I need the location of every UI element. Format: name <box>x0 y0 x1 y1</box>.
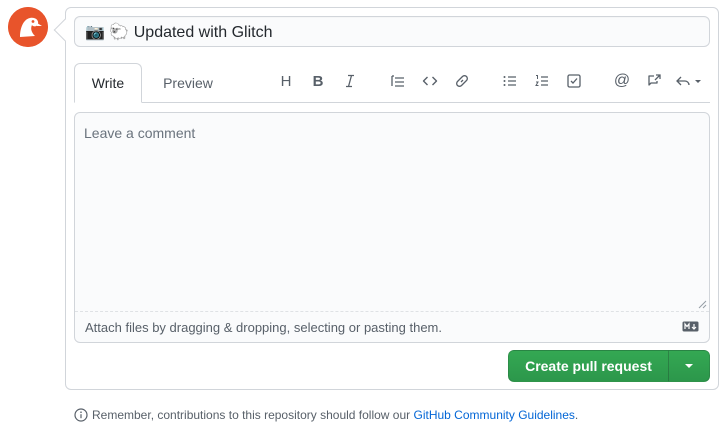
code-icon[interactable] <box>418 70 442 92</box>
bold-glyph: B <box>312 72 324 90</box>
toolbar-insert-group <box>386 70 474 92</box>
bold-icon[interactable]: B <box>306 70 330 92</box>
task-list-icon[interactable] <box>562 70 586 92</box>
note-text: Remember, contributions to this reposito… <box>92 408 414 422</box>
quote-icon[interactable] <box>386 70 410 92</box>
comment-textarea[interactable]: Leave a comment <box>75 113 709 312</box>
comment-editor: Leave a comment Attach files by dragging… <box>74 112 710 343</box>
create-options-dropdown-button[interactable] <box>668 350 710 382</box>
dodo-avatar-icon <box>8 7 48 47</box>
markdown-icon[interactable] <box>682 321 699 332</box>
mention-icon[interactable]: @ <box>610 70 634 92</box>
mention-glyph: @ <box>613 72 631 89</box>
toolbar-list-group <box>498 70 586 92</box>
italic-icon[interactable] <box>338 70 362 92</box>
ordered-list-icon[interactable] <box>530 70 554 92</box>
tab-preview[interactable]: Preview <box>148 63 228 103</box>
community-guidelines-link[interactable]: GitHub Community Guidelines <box>414 408 575 422</box>
comment-placeholder: Leave a comment <box>84 125 196 141</box>
link-icon[interactable] <box>450 70 474 92</box>
chevron-down-icon <box>685 364 693 368</box>
tab-write[interactable]: Write <box>74 63 142 103</box>
unordered-list-icon[interactable] <box>498 70 522 92</box>
heading-icon[interactable]: H <box>274 70 298 92</box>
heading-glyph: H <box>280 72 292 90</box>
toolbar-reference-group: @ <box>610 70 704 92</box>
attach-files-hint[interactable]: Attach files by dragging & dropping, sel… <box>85 320 442 335</box>
toolbar-text-group: H B <box>274 70 362 92</box>
avatar[interactable] <box>8 7 48 47</box>
resize-handle-icon[interactable] <box>698 300 707 309</box>
pr-title-input[interactable]: 📷 🐑 Updated with Glitch <box>74 16 710 47</box>
info-icon <box>74 408 88 422</box>
cross-reference-icon[interactable] <box>642 70 666 92</box>
reply-icon[interactable] <box>674 70 704 92</box>
create-pull-request-button[interactable]: Create pull request <box>508 350 669 382</box>
note-suffix: . <box>574 408 579 422</box>
contribution-note: Remember, contributions to this reposito… <box>74 408 578 422</box>
pr-title-value: 📷 🐑 Updated with Glitch <box>85 23 273 41</box>
